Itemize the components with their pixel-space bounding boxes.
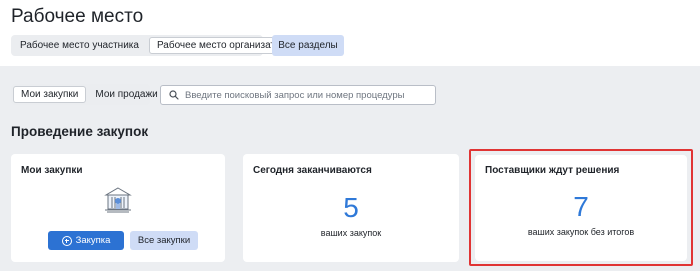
- tab-my-sales[interactable]: Мои продажи: [88, 86, 164, 103]
- create-purchase-button[interactable]: Закупка: [48, 231, 124, 250]
- tab-participant-workspace[interactable]: Рабочее место участника: [13, 37, 147, 54]
- building-icon: [104, 187, 132, 213]
- role-switcher: Рабочее место участника Рабочее место ор…: [11, 35, 300, 56]
- card-my-purchases: Мои закупки Закупка Все закупки: [11, 154, 225, 262]
- search-input[interactable]: [185, 89, 425, 101]
- card-ending-today[interactable]: Сегодня заканчиваются 5 ваших закупок: [243, 154, 459, 262]
- create-purchase-label: Закупка: [75, 235, 111, 246]
- section-title: Проведение закупок: [11, 124, 149, 139]
- all-purchases-button[interactable]: Все закупки: [130, 231, 198, 250]
- card-title: Сегодня заканчиваются: [253, 165, 372, 176]
- all-sections-button[interactable]: Все разделы: [272, 35, 344, 56]
- page-header: Рабочее место Рабочее место участника Ра…: [0, 0, 700, 66]
- highlight-frame: [469, 149, 693, 266]
- purchases-sales-switcher: Мои закупки Мои продажи: [11, 84, 158, 105]
- card-title: Мои закупки: [21, 165, 83, 176]
- ending-today-count: 5: [343, 192, 359, 223]
- plus-circle-icon: [61, 235, 72, 246]
- search-icon: [169, 90, 179, 100]
- search-field[interactable]: [160, 85, 436, 105]
- ending-today-caption: ваших закупок: [320, 228, 382, 238]
- tab-my-purchases[interactable]: Мои закупки: [13, 86, 87, 103]
- page-title: Рабочее место: [11, 6, 144, 27]
